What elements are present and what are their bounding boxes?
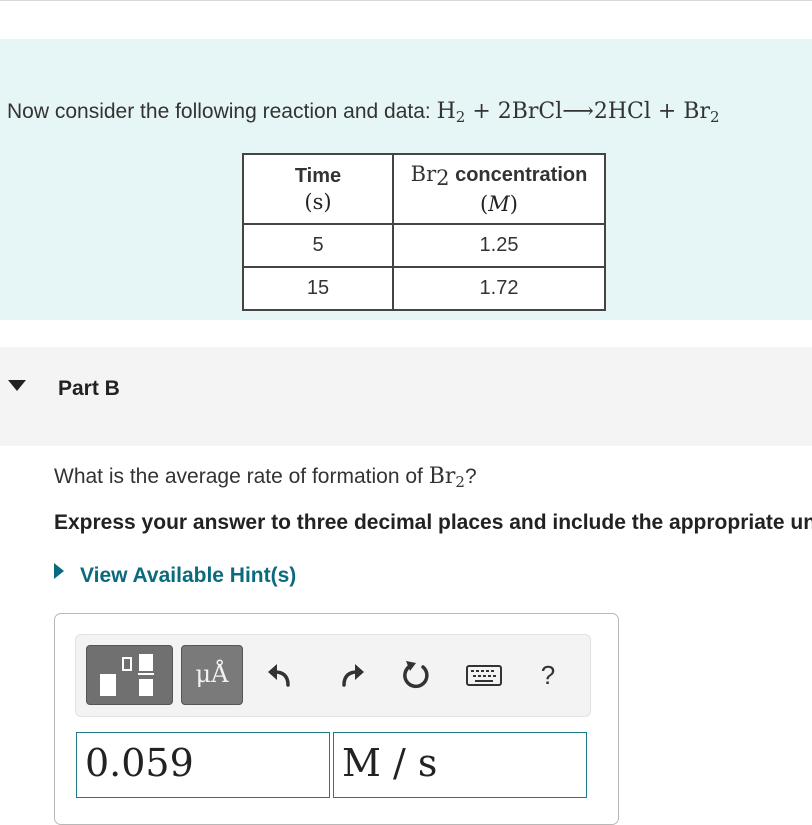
conc-header-text: concentration xyxy=(449,164,588,186)
part-title: Part B xyxy=(58,377,120,400)
conc-unit-symbol: M xyxy=(488,192,510,216)
answer-value-text: 0.059 xyxy=(85,741,194,785)
question-text: What is the average rate of formation of… xyxy=(54,464,477,491)
answer-value-input[interactable]: 0.059 xyxy=(76,732,330,798)
question-mark: ? xyxy=(464,465,477,488)
eq-part-2: + 2BrCl⟶2HCl + Br xyxy=(465,99,710,124)
conc-unit: (M) xyxy=(394,192,604,216)
answer-instruction: Express your answer to three decimal pla… xyxy=(54,511,812,534)
time-header-cell: Time (s) xyxy=(242,153,394,225)
answer-panel: μÅ ? 0.059 M / s xyxy=(54,613,619,825)
reset-button[interactable] xyxy=(398,657,434,693)
conc-unit-open: ( xyxy=(480,192,489,216)
intro-sentence: Now consider the following reaction and … xyxy=(7,100,437,123)
redo-icon xyxy=(342,664,364,687)
conc-unit-close: ) xyxy=(509,192,518,216)
data-table: Time (s) Br2 concentration (M) 5 1.25 15… xyxy=(242,153,606,311)
time-header: Time xyxy=(294,164,342,187)
reaction-equation: H2 + 2BrCl⟶2HCl + Br2 xyxy=(436,99,720,126)
answer-units-input[interactable]: M / s xyxy=(333,732,587,798)
question-chem-sub: 2 xyxy=(455,473,465,491)
keyboard-button[interactable] xyxy=(464,657,504,693)
eq-part-1: H xyxy=(436,99,456,124)
conc-header-cell: Br2 concentration (M) xyxy=(392,153,606,225)
redo-button[interactable] xyxy=(332,657,368,693)
conc-cell: 1.25 xyxy=(392,223,606,268)
time-cell: 5 xyxy=(242,223,394,268)
help-button[interactable]: ? xyxy=(530,657,566,693)
answer-units-text: M / s xyxy=(342,741,438,785)
reset-icon xyxy=(403,661,429,689)
eq-sub-2: 2 xyxy=(710,108,720,126)
conc-header-sub: 2 xyxy=(436,166,450,190)
intro-section: Now consider the following reaction and … xyxy=(0,39,812,320)
table-row: 15 1.72 xyxy=(242,266,606,311)
collapse-caret-icon[interactable] xyxy=(8,380,26,391)
conc-header: Br2 concentration xyxy=(394,162,604,190)
top-divider xyxy=(0,0,812,1)
eq-sub-1: 2 xyxy=(455,108,466,126)
intro-text: Now consider the following reaction and … xyxy=(7,99,720,126)
units-button[interactable]: μÅ xyxy=(181,645,243,705)
undo-icon xyxy=(268,664,290,687)
time-cell: 15 xyxy=(242,266,394,311)
undo-button[interactable] xyxy=(264,657,300,693)
view-hints-link[interactable]: View Available Hint(s) xyxy=(54,563,296,588)
part-header[interactable]: Part B xyxy=(0,347,812,446)
time-unit: (s) xyxy=(304,189,332,214)
math-toolbar: μÅ ? xyxy=(75,634,591,717)
units-label: μÅ xyxy=(195,660,229,688)
keyboard-icon xyxy=(466,665,502,686)
question-chem-symbol: Br xyxy=(428,464,456,489)
expand-caret-icon xyxy=(54,563,64,579)
table-row: 5 1.25 xyxy=(242,223,606,268)
hint-label[interactable]: View Available Hint(s) xyxy=(80,564,296,587)
conc-header-chem: Br xyxy=(410,162,437,186)
table-header-row: Time (s) Br2 concentration (M) xyxy=(242,153,606,225)
conc-cell: 1.72 xyxy=(392,266,606,311)
question-sentence: What is the average rate of formation of xyxy=(54,465,429,488)
question-chem: Br2 xyxy=(428,464,465,491)
templates-button[interactable] xyxy=(86,645,173,705)
